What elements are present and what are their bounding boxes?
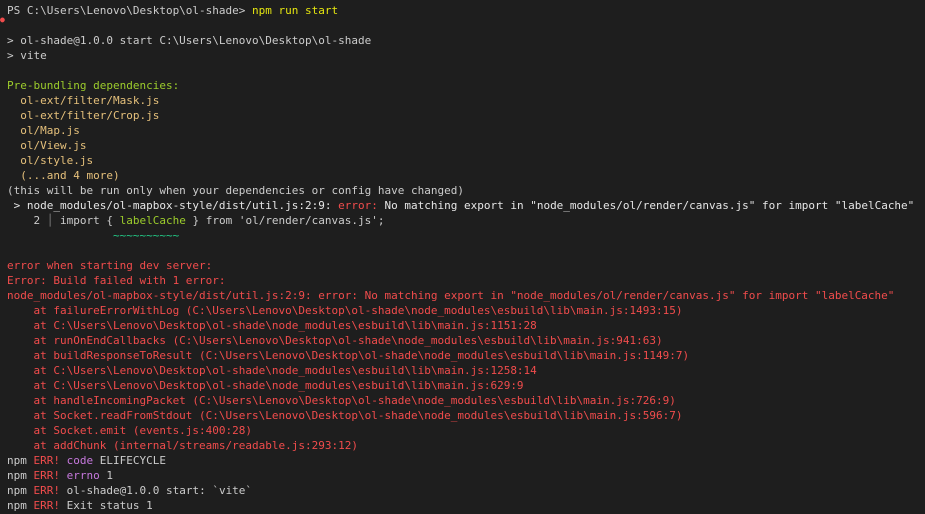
npm-err-line: npm ERR! code ELIFECYCLE bbox=[7, 453, 925, 468]
code-highlight: labelCache bbox=[119, 214, 186, 227]
server-error-line: node_modules/ol-mapbox-style/dist/util.j… bbox=[7, 289, 895, 302]
npm-err-value: Exit status 1 bbox=[60, 499, 153, 512]
npm-err-line: npm ERR! Exit status 1 bbox=[7, 498, 925, 513]
prebundle-item: ol-ext/filter/Mask.js bbox=[7, 94, 160, 107]
npm-err-tag: ERR! bbox=[33, 499, 61, 512]
npm-err-tag: ERR! bbox=[33, 454, 61, 467]
stack-frame: at Socket.readFromStdout (C:\Users\Lenov… bbox=[7, 409, 683, 422]
prompt-path: PS C:\Users\Lenovo\Desktop\ol-shade> bbox=[7, 4, 253, 17]
npm-err-value: ol-shade@1.0.0 start: `vite` bbox=[60, 484, 253, 497]
build-error-message: No matching export in "node_modules/ol/r… bbox=[384, 199, 915, 212]
build-error-location: > node_modules/ol-mapbox-style/dist/util… bbox=[7, 199, 339, 212]
server-error-line: error when starting dev server: bbox=[7, 259, 213, 272]
prompt-line: PS C:\Users\Lenovo\Desktop\ol-shade> npm… bbox=[7, 3, 925, 18]
prebundle-heading: Pre-bundling dependencies: bbox=[7, 79, 180, 92]
script-command-line: > vite bbox=[7, 49, 47, 62]
server-error-line: Error: Build failed with 1 error: bbox=[7, 274, 226, 287]
npm-err-key: errno bbox=[60, 469, 100, 482]
npm-prefix: npm bbox=[7, 484, 34, 497]
stack-frame: at Socket.emit (events.js:400:28) bbox=[7, 424, 253, 437]
stack-frame: at runOnEndCallbacks (C:\Users\Lenovo\De… bbox=[7, 334, 663, 347]
prebundle-item: ol/Map.js bbox=[7, 124, 80, 137]
prebundle-note: (this will be run only when your depende… bbox=[7, 184, 464, 197]
npm-prefix: npm bbox=[7, 499, 34, 512]
script-start-line: > ol-shade@1.0.0 start C:\Users\Lenovo\D… bbox=[7, 34, 372, 47]
error-squiggle: ~~~~~~~~~~ bbox=[7, 229, 180, 242]
prebundle-item: ol/View.js bbox=[7, 139, 87, 152]
code-snippet-line: 2 │ import { labelCache } from 'ol/rende… bbox=[7, 213, 925, 228]
npm-err-value: ELIFECYCLE bbox=[93, 454, 166, 467]
stack-frame: at buildResponseToResult (C:\Users\Lenov… bbox=[7, 349, 690, 362]
npm-err-line: npm ERR! ol-shade@1.0.0 start: `vite` bbox=[7, 483, 925, 498]
prebundle-item: ol-ext/filter/Crop.js bbox=[7, 109, 160, 122]
npm-err-line: npm ERR! errno 1 bbox=[7, 468, 925, 483]
prebundle-item: ol/style.js bbox=[7, 154, 94, 167]
stack-frame: at failureErrorWithLog (C:\Users\Lenovo\… bbox=[7, 304, 683, 317]
build-error-label: error: bbox=[338, 199, 385, 212]
npm-err-tag: ERR! bbox=[33, 469, 61, 482]
npm-prefix: npm bbox=[7, 454, 34, 467]
stack-frame: at C:\Users\Lenovo\Desktop\ol-shade\node… bbox=[7, 379, 524, 392]
stack-frame: at addChunk (internal/streams/readable.j… bbox=[7, 439, 358, 452]
npm-err-value: 1 bbox=[99, 469, 113, 482]
prebundle-item: (...and 4 more) bbox=[7, 169, 120, 182]
npm-err-tag: ERR! bbox=[33, 484, 61, 497]
code-pre: import { bbox=[53, 214, 120, 227]
terminal-window[interactable]: ● PS C:\Users\Lenovo\Desktop\ol-shade> n… bbox=[0, 0, 925, 514]
stack-frame: at C:\Users\Lenovo\Desktop\ol-shade\node… bbox=[7, 364, 537, 377]
prompt-command: npm run start bbox=[252, 4, 339, 17]
build-error-line: > node_modules/ol-mapbox-style/dist/util… bbox=[7, 198, 925, 213]
code-post: } from 'ol/render/canvas.js'; bbox=[185, 214, 385, 227]
stack-frame: at C:\Users\Lenovo\Desktop\ol-shade\node… bbox=[7, 319, 537, 332]
error-marker-icon: ● bbox=[0, 15, 5, 24]
line-number: 2 bbox=[7, 214, 47, 227]
npm-err-key: code bbox=[60, 454, 94, 467]
npm-prefix: npm bbox=[7, 469, 34, 482]
stack-frame: at handleIncomingPacket (C:\Users\Lenovo… bbox=[7, 394, 676, 407]
